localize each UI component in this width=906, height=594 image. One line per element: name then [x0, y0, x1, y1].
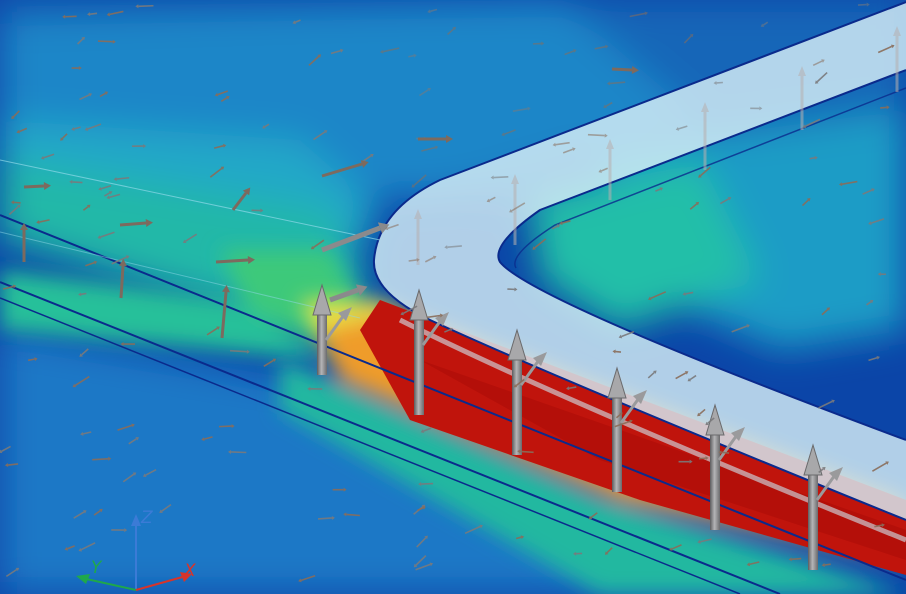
- y-axis-label: Y: [91, 558, 103, 578]
- contour-plot-scene[interactable]: Z Y X: [0, 0, 906, 594]
- fea-3d-viewport[interactable]: Z Y X: [0, 0, 906, 594]
- z-axis-label: Z: [140, 508, 153, 528]
- x-axis-label: X: [183, 561, 196, 581]
